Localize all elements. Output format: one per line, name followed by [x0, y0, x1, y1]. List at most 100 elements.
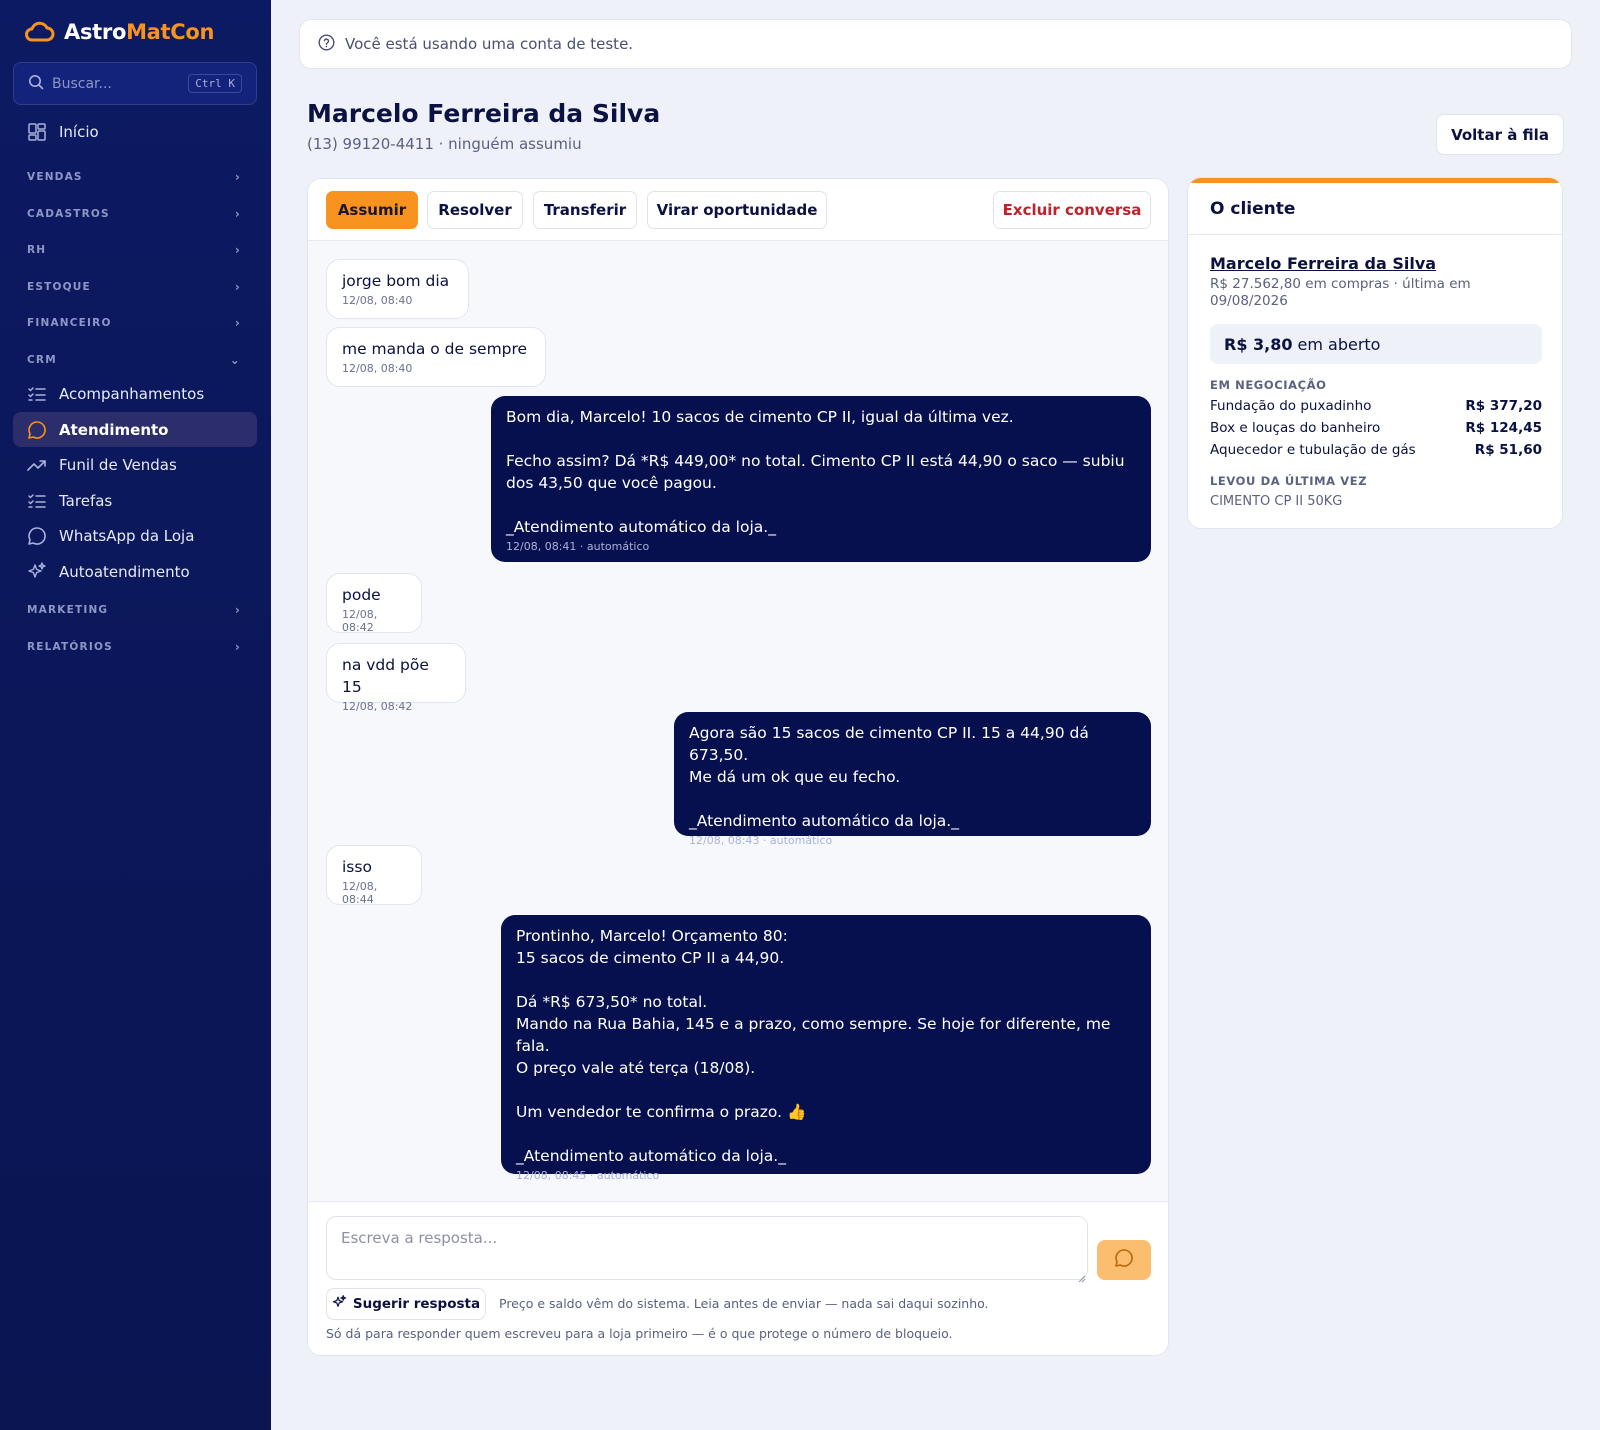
suggest-reply-label: Sugerir resposta: [352, 1296, 481, 1312]
delete-conversation-button[interactable]: Excluir conversa: [993, 191, 1151, 229]
message-text: jorge bom dia: [342, 272, 450, 290]
sidebar-item-funil-de-vendas[interactable]: Funil de Vendas: [13, 447, 257, 482]
suggest-reply-button[interactable]: Sugerir resposta: [326, 1288, 486, 1320]
reply-input[interactable]: [326, 1216, 1088, 1280]
negotiation-item[interactable]: Box e louças do banheiro R$ 124,45: [1210, 420, 1542, 436]
section-label: CADASTROS: [27, 208, 110, 220]
message-incoming: na vdd põe 15 12/08, 08:42: [326, 643, 466, 713]
section-label: ESTOQUE: [27, 281, 91, 293]
sidebar-item-label: WhatsApp da Loja: [59, 526, 195, 545]
search-box[interactable]: Buscar... Ctrl K: [13, 62, 257, 105]
sidebar-item-inicio[interactable]: Início: [13, 114, 257, 149]
chat-bubble-icon: [27, 420, 47, 440]
chevron-right-icon: ›: [234, 603, 241, 617]
client-name-link[interactable]: Marcelo Ferreira da Silva: [1210, 254, 1436, 273]
brand-name: AstroMatCon: [64, 20, 215, 44]
search-input[interactable]: Buscar...: [52, 76, 188, 92]
open-balance: R$ 3,80 em aberto: [1210, 324, 1542, 364]
sidebar-item-tarefas[interactable]: Tarefas: [13, 483, 257, 518]
message-incoming: me manda o de sempre 12/08, 08:40: [326, 327, 546, 387]
message-time: 12/08, 08:44: [342, 880, 378, 906]
negotiation-value: R$ 51,60: [1474, 442, 1542, 458]
sidebar-item-acompanhamentos[interactable]: Acompanhamentos: [13, 376, 257, 411]
chat-bubble-icon: [1114, 1248, 1134, 1272]
negotiation-label: EM NEGOCIAÇÃO: [1210, 378, 1327, 392]
last-purchase-label: LEVOU DA ÚLTIMA VEZ: [1210, 474, 1368, 488]
open-balance-label: em aberto: [1297, 334, 1381, 354]
chevron-right-icon: ›: [234, 170, 241, 184]
trending-up-icon: [27, 455, 47, 475]
message-time: 12/08, 08:45 · automático: [516, 1169, 660, 1182]
message-time: 12/08, 08:40: [342, 362, 413, 375]
sidebar-section-financeiro[interactable]: FINANCEIRO ›: [27, 313, 241, 333]
chevron-right-icon: ›: [234, 243, 241, 257]
back-to-queue-button[interactable]: Voltar à fila: [1436, 114, 1564, 155]
sidebar-item-label: Autoatendimento: [59, 562, 190, 581]
sidebar-section-vendas[interactable]: VENDAS ›: [27, 167, 241, 187]
sidebar-section-cadastros[interactable]: CADASTROS ›: [27, 204, 241, 224]
reply-composer: Sugerir resposta Preço e saldo vêm do si…: [308, 1201, 1168, 1355]
assume-button[interactable]: Assumir: [326, 191, 418, 229]
negotiation-value: R$ 377,20: [1465, 398, 1542, 414]
open-balance-amount: R$ 3,80: [1224, 334, 1293, 354]
resolve-button[interactable]: Resolver: [427, 191, 523, 229]
sidebar-item-label: Tarefas: [59, 491, 113, 510]
checklist-icon: [27, 491, 47, 511]
composer-note: Só dá para responder quem escreveu para …: [326, 1326, 953, 1341]
message-time: 12/08, 08:41 · automático: [506, 540, 650, 553]
message-text: pode: [342, 586, 381, 604]
test-account-banner: Você está usando uma conta de teste.: [299, 19, 1572, 69]
client-card: O cliente Marcelo Ferreira da Silva R$ 2…: [1187, 177, 1563, 529]
sidebar-section-marketing[interactable]: MARKETING ›: [27, 600, 241, 620]
dashboard-grid-icon: [27, 122, 47, 142]
negotiation-value: R$ 124,45: [1465, 420, 1542, 436]
section-label: RH: [27, 244, 47, 256]
make-opportunity-button[interactable]: Virar oportunidade: [647, 191, 827, 229]
sidebar-item-label: Acompanhamentos: [59, 384, 205, 403]
negotiation-item[interactable]: Aquecedor e tubulação de gás R$ 51,60: [1210, 442, 1542, 458]
help-circle-icon: [318, 33, 335, 55]
brand-logo[interactable]: AstroMatCon: [24, 20, 214, 44]
page-title: Marcelo Ferreira da Silva: [307, 99, 661, 128]
chevron-right-icon: ›: [234, 207, 241, 221]
resize-handle-icon[interactable]: [1076, 1268, 1086, 1283]
chevron-right-icon: ›: [234, 640, 241, 654]
checklist-icon: [27, 384, 47, 404]
message-time: 12/08, 08:42: [342, 608, 378, 634]
sidebar-section-relatorios[interactable]: RELATÓRIOS ›: [27, 637, 241, 657]
sidebar-item-label: Funil de Vendas: [59, 455, 177, 474]
sidebar-section-estoque[interactable]: ESTOQUE ›: [27, 277, 241, 297]
sidebar: AstroMatCon Buscar... Ctrl K Início VEND…: [0, 0, 271, 1430]
chevron-right-icon: ›: [234, 316, 241, 330]
message-incoming: pode 12/08, 08:42: [326, 573, 422, 634]
client-purchase-summary: R$ 27.562,80 em compras · última em 09/0…: [1210, 276, 1471, 309]
message-outgoing: Bom dia, Marcelo! 10 sacos de cimento CP…: [491, 396, 1151, 562]
search-icon: [28, 74, 44, 94]
banner-text: Você está usando uma conta de teste.: [345, 35, 634, 53]
sidebar-section-rh[interactable]: RH ›: [27, 240, 241, 260]
sidebar-item-atendimento[interactable]: Atendimento: [13, 412, 257, 447]
message-outgoing: Prontinho, Marcelo! Orçamento 80: 15 sac…: [501, 915, 1151, 1182]
page-subtitle: (13) 99120-4411 · ninguém assumiu: [307, 135, 582, 153]
sidebar-section-crm[interactable]: CRM ⌄: [27, 350, 241, 370]
chevron-right-icon: ›: [234, 280, 241, 294]
message-text: Bom dia, Marcelo! 10 sacos de cimento CP…: [506, 408, 1125, 536]
message-text: isso: [342, 858, 372, 876]
sidebar-item-label: Início: [59, 122, 99, 141]
sidebar-item-autoatendimento[interactable]: Autoatendimento: [13, 554, 257, 589]
section-label: RELATÓRIOS: [27, 641, 113, 653]
negotiation-name: Aquecedor e tubulação de gás: [1210, 442, 1416, 458]
sidebar-item-whatsapp-da-loja[interactable]: WhatsApp da Loja: [13, 518, 257, 553]
transfer-button[interactable]: Transferir: [533, 191, 637, 229]
message-text: Prontinho, Marcelo! Orçamento 80: 15 sac…: [516, 927, 1111, 1165]
card-title: O cliente: [1188, 183, 1562, 235]
negotiation-item[interactable]: Fundação do puxadinho R$ 377,20: [1210, 398, 1542, 414]
section-label: FINANCEIRO: [27, 317, 112, 329]
search-shortcut: Ctrl K: [188, 74, 242, 93]
message-time: 12/08, 08:42: [342, 700, 413, 713]
message-incoming: jorge bom dia 12/08, 08:40: [326, 259, 469, 319]
last-purchase-item: CIMENTO CP II 50KG: [1210, 494, 1343, 509]
section-label: VENDAS: [27, 171, 83, 183]
sparkles-icon: [332, 1294, 347, 1314]
send-button[interactable]: [1097, 1240, 1151, 1280]
